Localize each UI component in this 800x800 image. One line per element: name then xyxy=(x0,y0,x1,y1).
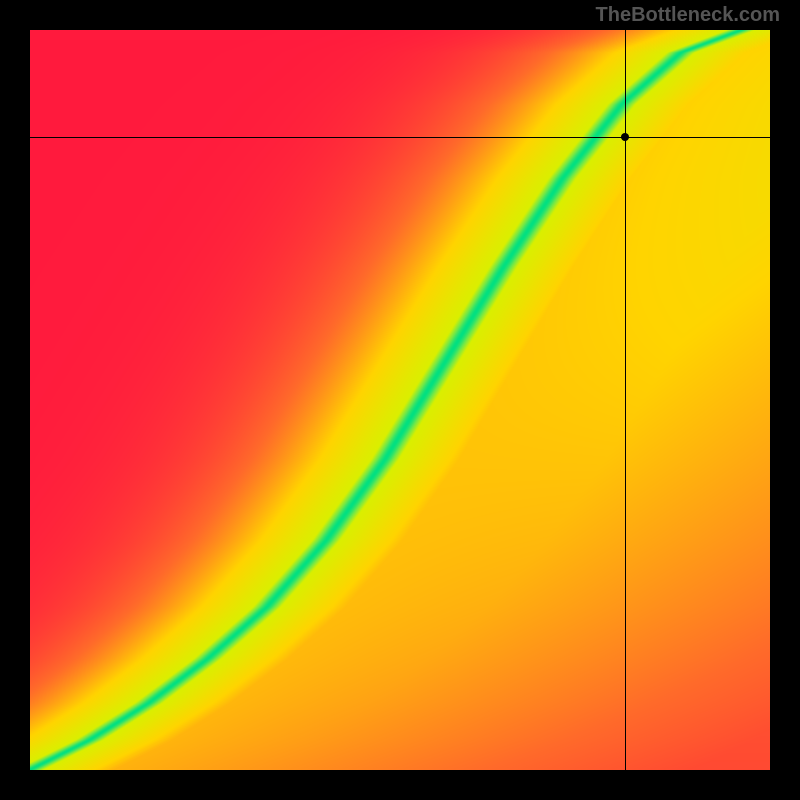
crosshair-dot xyxy=(621,133,629,141)
crosshair-horizontal xyxy=(30,137,770,138)
heatmap-plot xyxy=(30,30,770,770)
heatmap-canvas xyxy=(30,30,770,770)
watermark-label: TheBottleneck.com xyxy=(596,4,780,27)
chart-container: TheBottleneck.com xyxy=(0,0,800,800)
